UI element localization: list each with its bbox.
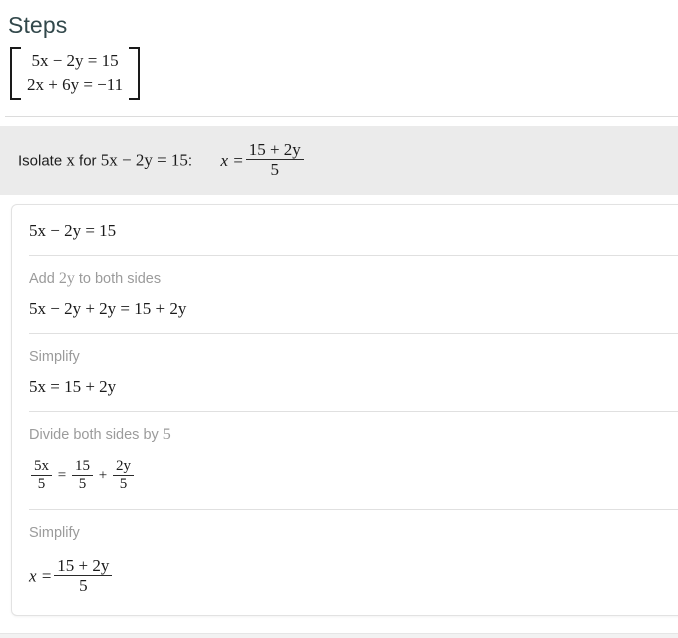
fraction-numerator: 2y [115, 457, 131, 474]
bottom-strip [0, 633, 678, 638]
bracket-right-icon [129, 47, 141, 100]
page-title: Steps [8, 12, 68, 38]
final-numerator: 15 + 2y [57, 555, 110, 575]
step-label-prefix: Simplify [29, 524, 80, 541]
banner-variable: x [66, 150, 75, 170]
fraction-numerator: 15 [74, 457, 90, 474]
isolate-banner-text: Isolate x for 5x − 2y = 15: x = 15 + 2y 5 [18, 140, 306, 179]
operator: = [57, 467, 67, 484]
fraction-denominator: 5 [31, 474, 52, 493]
step-label-suffix: to both sides [78, 270, 162, 287]
step-label: Divide both sides by 5 [29, 412, 678, 444]
banner-result: x = 15 + 2y 5 [220, 140, 305, 179]
matrix-row-2: 2x + 6y = −11 [27, 75, 124, 95]
step-label-math: 5 [162, 425, 171, 443]
step-item: Simplify 5x = 15 + 2y [12, 334, 678, 397]
final-denominator: 5 [54, 574, 113, 595]
banner-colon: : [187, 152, 193, 170]
banner-result-lhs: x = [220, 150, 244, 170]
fraction-denominator: 5 [71, 474, 93, 493]
step-expression: 5x = 15 + 2y [29, 376, 117, 396]
fraction-term: 5x 5 [31, 458, 52, 493]
banner-prefix: Isolate [18, 152, 63, 170]
fraction-term: 15 5 [71, 457, 93, 493]
step-label-math: 2y [58, 269, 75, 287]
matrix-row-1: 5x − 2y = 15 [31, 51, 119, 70]
step-item: Divide both sides by 5 5x 5 = 15 5 + 2y 5 [12, 412, 678, 495]
step-expression: x = 15 + 2y 5 [29, 542, 678, 597]
fraction-denominator: 5 [112, 474, 134, 493]
banner-result-numerator: 15 + 2y [248, 139, 301, 159]
step-label-prefix: Add [29, 270, 55, 287]
section-divider [5, 115, 678, 117]
step-item: 5x − 2y = 15 [12, 205, 678, 241]
banner-result-denominator: 5 [245, 158, 304, 179]
steps-card: 5x − 2y = 15 Add 2y to both sides 5x − 2… [11, 203, 678, 616]
operator: + [98, 467, 108, 484]
bracket-left-icon [10, 47, 21, 100]
banner-result-fraction: 15 + 2y 5 [245, 139, 304, 179]
step-label: Simplify [29, 510, 678, 542]
step-label-prefix: Simplify [29, 348, 80, 365]
fraction-numerator: 5x [34, 457, 49, 474]
step-label: Add 2y to both sides [29, 256, 678, 288]
step-expression: 5x 5 = 15 5 + 2y 5 [29, 444, 678, 495]
fraction-term: 2y 5 [112, 457, 134, 493]
matrix: 5x − 2y = 15 2x + 6y = −11 [10, 47, 141, 100]
step-item: Simplify x = 15 + 2y 5 [12, 510, 678, 597]
final-fraction: 15 + 2y 5 [54, 555, 113, 595]
isolate-banner: Isolate x for 5x − 2y = 15: x = 15 + 2y 5 [0, 125, 678, 195]
banner-equation: 5x − 2y = 15 [100, 150, 188, 170]
step-label-prefix: Divide both sides by [29, 426, 159, 443]
banner-middle: for [79, 152, 97, 170]
equation-system: 5x − 2y = 15 2x + 6y = −11 [0, 39, 678, 100]
step-expression: 5x − 2y = 15 [29, 220, 117, 240]
step-item: Add 2y to both sides 5x − 2y + 2y = 15 +… [12, 256, 678, 319]
step-expression: 5x − 2y + 2y = 15 + 2y [29, 298, 187, 318]
matrix-rows: 5x − 2y = 15 2x + 6y = −11 [21, 47, 129, 100]
step-label: Simplify [29, 334, 678, 366]
final-lhs: x = [29, 566, 53, 586]
